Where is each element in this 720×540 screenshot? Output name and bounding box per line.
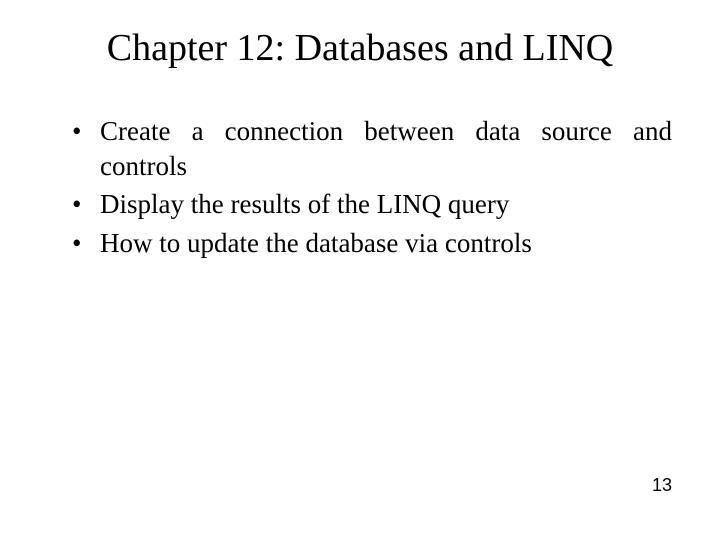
page-number: 13 <box>652 475 672 496</box>
slide-title: Chapter 12: Databases and LINQ <box>48 26 672 70</box>
slide: Chapter 12: Databases and LINQ Create a … <box>0 0 720 540</box>
bullet-list: Create a connection between data source … <box>48 114 672 260</box>
bullet-item: Create a connection between data source … <box>72 114 672 183</box>
bullet-item: Display the results of the LINQ query <box>72 187 672 222</box>
bullet-item: How to update the database via controls <box>72 226 672 261</box>
